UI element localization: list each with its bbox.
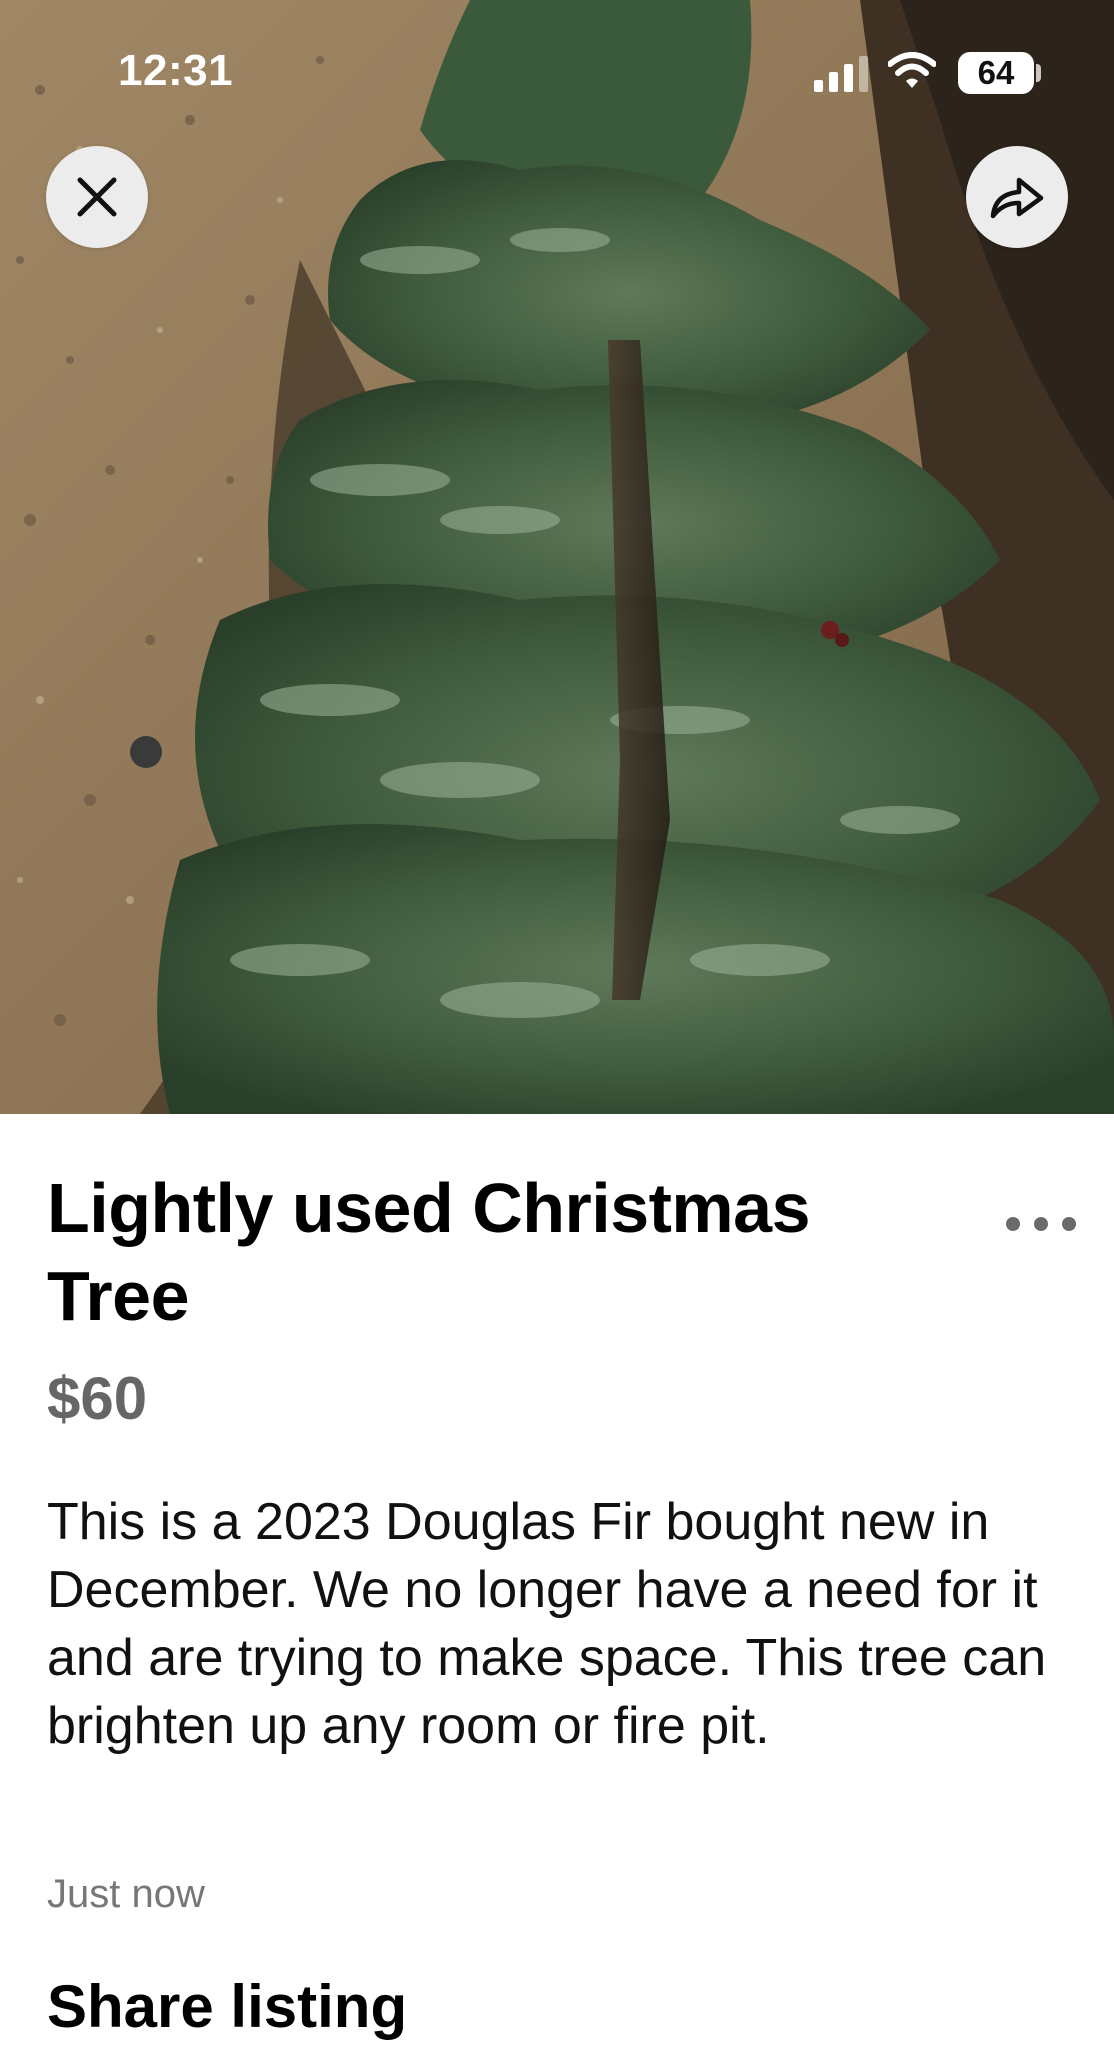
close-icon: [77, 177, 117, 217]
share-listing-heading: Share listing: [47, 1973, 408, 2040]
christmas-tree-photo: [0, 0, 1114, 1114]
battery-indicator: 64: [958, 52, 1034, 94]
more-options-button[interactable]: [1006, 1204, 1076, 1244]
posted-time: Just now: [47, 1872, 205, 1916]
close-button[interactable]: [46, 146, 148, 248]
listing-details: Lightly used Christmas Tree $60 This is …: [0, 1114, 1114, 2048]
wifi-icon: [888, 52, 936, 88]
status-time: 12:31: [118, 46, 234, 95]
more-dots-icon: [1062, 1217, 1076, 1231]
battery-tip: [1036, 64, 1041, 82]
share-arrow-icon: [990, 177, 1044, 219]
listing-title: Lightly used Christmas Tree: [47, 1169, 811, 1335]
share-button[interactable]: [966, 146, 1068, 248]
listing-screen: 12:31 64 Lightly used Christmas Tree $60…: [0, 0, 1114, 2048]
more-dots-icon: [1034, 1217, 1048, 1231]
listing-photo[interactable]: [0, 0, 1114, 1114]
status-bar: 12:31 64: [0, 0, 1114, 150]
cellular-signal-icon: [814, 56, 868, 92]
more-dots-icon: [1006, 1217, 1020, 1231]
battery-level: 64: [977, 54, 1015, 91]
listing-price: $60: [47, 1365, 148, 1432]
listing-description: This is a 2023 Douglas Fir bought new in…: [47, 1493, 1047, 1755]
